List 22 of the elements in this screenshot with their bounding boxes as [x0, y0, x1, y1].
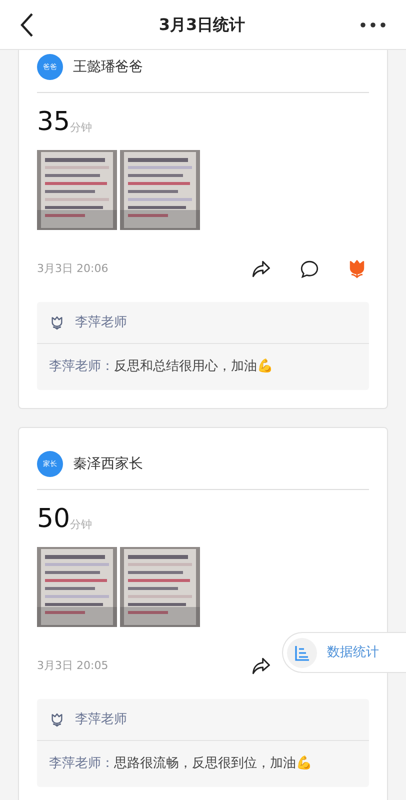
comment-text: 李萍老师：思路很流畅，反思很到位，加油💪 — [48, 754, 313, 773]
flower-icon — [49, 314, 65, 330]
share-icon — [250, 258, 272, 280]
user-name: 秦泽西家长 — [73, 454, 143, 474]
data-statistics-button[interactable]: 数据统计 — [282, 632, 406, 673]
minutes-unit: 分钟 — [70, 120, 92, 136]
liker-name: 李萍老师 — [75, 710, 127, 729]
share-icon — [250, 655, 272, 677]
back-icon — [20, 12, 34, 38]
minutes-value: 50 — [37, 503, 70, 535]
comment-text: 李萍老师：反思和总结很用心，加油💪 — [48, 358, 274, 376]
liker-name: 李萍老师 — [75, 314, 127, 332]
post-time: 3月3日 20:05 — [37, 658, 108, 674]
speech-bubble-icon — [298, 258, 320, 280]
user-name: 王懿璠爸爸 — [73, 58, 143, 76]
page-title: 3月3日统计 — [158, 14, 246, 36]
minutes-unit: 分钟 — [70, 516, 92, 532]
bar-chart-icon — [294, 644, 310, 660]
flower-icon — [49, 712, 65, 728]
post-time: 3月3日 20:06 — [37, 260, 108, 277]
minutes-value: 35 — [37, 106, 70, 138]
more-icon — [360, 22, 386, 28]
